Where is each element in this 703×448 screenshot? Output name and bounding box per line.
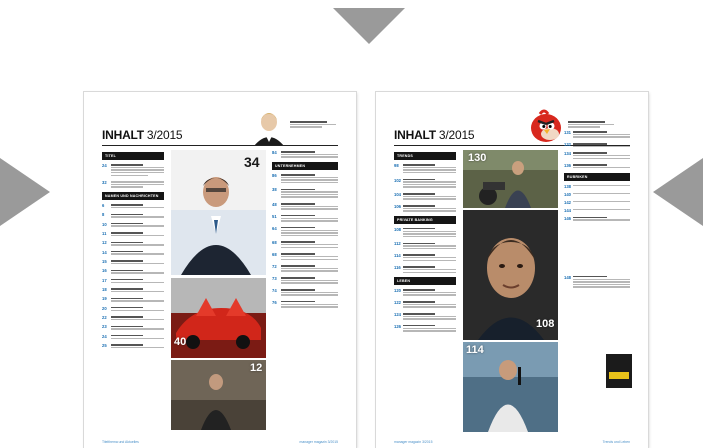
arrow-left-icon[interactable] xyxy=(0,158,50,226)
toc-entry[interactable]: 11 xyxy=(102,231,164,237)
page-number-feature: 114 xyxy=(466,344,484,356)
toc-entry[interactable]: 131 xyxy=(564,130,630,139)
page-title: INHALT 3/2015 xyxy=(102,128,183,142)
toc-entry[interactable]: 10 xyxy=(102,222,164,228)
toc-entry[interactable]: 6 xyxy=(102,203,164,209)
toc-entry[interactable]: 32 xyxy=(102,180,164,189)
toc-entry[interactable]: 112 xyxy=(394,241,456,250)
toc-entry[interactable]: 68 xyxy=(272,252,338,261)
toc-entry[interactable]: 134 xyxy=(564,151,630,160)
toc-entry[interactable]: 17 xyxy=(102,278,164,284)
toc-entry[interactable]: 106 xyxy=(394,204,456,213)
toc-entry[interactable]: 76 xyxy=(272,300,338,309)
toc-entry[interactable]: 126 xyxy=(394,324,456,333)
toc-entry[interactable]: 38 xyxy=(272,187,338,199)
magazine-page-left[interactable]: INHALT 3/2015 TITEL 24 32 NAMEN UND NACHR… xyxy=(84,92,356,448)
toc-entry[interactable]: 122 xyxy=(394,300,456,309)
section-heading: NAMEN UND NACHRICHTEN xyxy=(102,192,164,200)
page-title: INHALT 3/2015 xyxy=(394,128,475,142)
arrow-up-icon[interactable] xyxy=(333,8,405,44)
toc-entry[interactable]: 146 xyxy=(564,216,630,222)
arrow-right-icon[interactable] xyxy=(653,158,703,226)
toc-column-left: TRENDS 98 102 104 106 PRIVATE BANKING 10… xyxy=(394,150,456,336)
page-footer: Titelthema und Aktuelles manager magazin … xyxy=(102,440,338,444)
section-heading: LEBEN xyxy=(394,277,456,286)
toc-entry[interactable]: 24 xyxy=(102,334,164,340)
toc-entry[interactable]: 16 xyxy=(102,268,164,274)
toc-entry[interactable]: 84 xyxy=(272,150,338,159)
toc-entry[interactable]: 136 xyxy=(564,163,630,169)
page-footer: manager magazin 3/2015 Trends und Leben xyxy=(394,440,630,444)
page-number-feature: 34 xyxy=(244,154,260,170)
book-cover-image xyxy=(606,354,632,388)
toc-entry[interactable]: 51 xyxy=(272,214,338,223)
toc-entry[interactable]: 20 xyxy=(102,306,164,312)
toc-entry[interactable]: 144 xyxy=(564,208,630,213)
toc-entry[interactable]: 14 xyxy=(102,250,164,256)
toc-entry[interactable]: 12 xyxy=(102,240,164,246)
toc-column-left: TITEL 24 32 NAMEN UND NACHRICHTEN 6 8 10… xyxy=(102,150,164,353)
toc-entry[interactable]: 114 xyxy=(394,253,456,262)
toc-entry[interactable]: 74 xyxy=(272,288,338,297)
section-heading: TITEL xyxy=(102,152,164,160)
toc-entry[interactable]: 86 xyxy=(272,173,338,185)
page-number-feature: 130 xyxy=(468,152,487,164)
toc-entry[interactable]: 8 xyxy=(102,212,164,218)
toc-entry[interactable]: 22 xyxy=(102,315,164,321)
toc-entry[interactable]: 98 xyxy=(394,163,456,175)
toc-entry[interactable]: 48 xyxy=(272,202,338,211)
portrait-photo xyxy=(249,106,289,146)
toc-entry[interactable]: 72 xyxy=(272,264,338,273)
section-heading: UNTERNEHMEN xyxy=(272,161,338,170)
toc-entry[interactable]: 25 xyxy=(102,343,164,349)
toc-entry[interactable]: 140 xyxy=(564,192,630,197)
toc-entry[interactable]: 102 xyxy=(394,178,456,190)
section-heading: RUBRIKEN xyxy=(564,172,630,181)
toc-entry[interactable]: 148 xyxy=(564,275,630,289)
toc-entry[interactable]: 124 xyxy=(394,312,456,321)
page-number-feature: 40 xyxy=(174,336,187,348)
magazine-page-right[interactable]: INHALT 3/2015 TRENDS 98 102 104 106 PRIVA… xyxy=(376,92,648,448)
toc-entry[interactable]: 15 xyxy=(102,259,164,265)
toc-entry[interactable]: 132 xyxy=(564,142,630,148)
toc-entry[interactable]: 142 xyxy=(564,200,630,205)
toc-entry[interactable]: 73 xyxy=(272,276,338,285)
toc-entry[interactable]: 19 xyxy=(102,296,164,302)
toc-entry[interactable]: 138 xyxy=(564,184,630,189)
toc-entry[interactable]: 104 xyxy=(394,192,456,201)
toc-entry[interactable]: 18 xyxy=(102,287,164,293)
toc-column-right: 84 UNTERNEHMEN 86 38 48 51 64 68 68 72 7… xyxy=(272,150,338,312)
toc-entry[interactable]: 68 xyxy=(272,240,338,249)
toc-entry[interactable]: 64 xyxy=(272,226,338,238)
toc-entry[interactable]: 116 xyxy=(394,265,456,274)
page-number-feature: 108 xyxy=(536,318,555,330)
toc-column-right: 131 132 134 136 RUBRIKEN 138 140 142 144… xyxy=(564,130,630,292)
toc-entry[interactable]: 24 xyxy=(102,163,164,177)
toc-entry[interactable]: 23 xyxy=(102,324,164,330)
page-number-feature: 12 xyxy=(250,362,263,374)
angry-bird-icon xyxy=(531,109,561,142)
toc-entry[interactable]: 108 xyxy=(394,227,456,239)
toc-entry[interactable]: 120 xyxy=(394,288,456,297)
section-heading: TRENDS xyxy=(394,152,456,160)
section-heading: PRIVATE BANKING xyxy=(394,215,456,224)
